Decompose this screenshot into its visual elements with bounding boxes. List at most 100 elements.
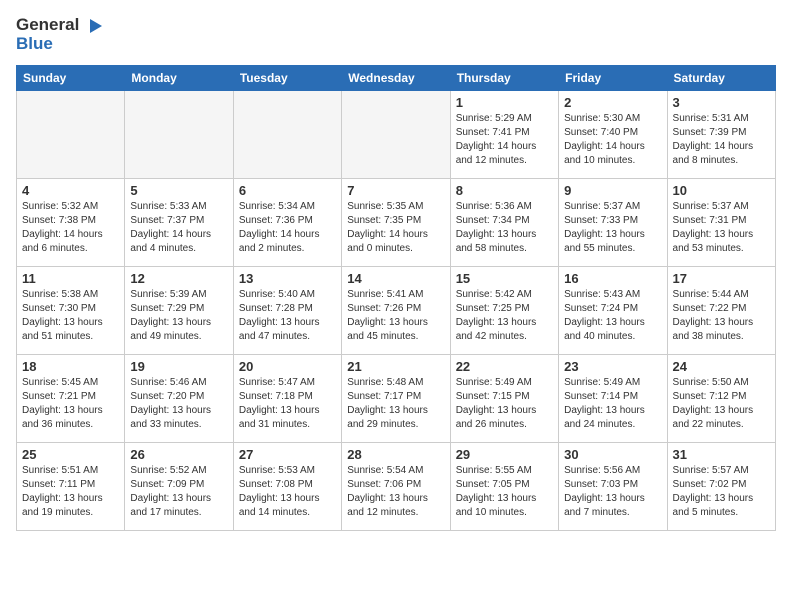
day-number: 17 xyxy=(673,271,770,286)
day-number: 31 xyxy=(673,447,770,462)
calendar-cell: 4Sunrise: 5:32 AMSunset: 7:38 PMDaylight… xyxy=(17,179,125,267)
day-info: Sunrise: 5:49 AMSunset: 7:15 PMDaylight:… xyxy=(456,376,553,432)
day-info: Sunrise: 5:39 AMSunset: 7:29 PMDaylight:… xyxy=(130,288,227,344)
day-info: Sunrise: 5:36 AMSunset: 7:34 PMDaylight:… xyxy=(456,200,553,256)
weekday-header-sunday: Sunday xyxy=(17,66,125,91)
day-number: 19 xyxy=(130,359,227,374)
logo-blue: Blue xyxy=(16,34,53,53)
calendar-cell: 3 Sunrise: 5:31 AMSunset: 7:39 PMDaylight… xyxy=(667,91,775,179)
calendar-cell: 31Sunrise: 5:57 AMSunset: 7:02 PMDayligh… xyxy=(667,443,775,531)
day-info: Sunrise: 5:49 AMSunset: 7:14 PMDaylight:… xyxy=(564,376,661,432)
calendar-cell: 1Sunrise: 5:29 AMSunset: 7:41 PMDaylight… xyxy=(450,91,558,179)
calendar-cell: 22Sunrise: 5:49 AMSunset: 7:15 PMDayligh… xyxy=(450,355,558,443)
day-number: 8 xyxy=(456,183,553,198)
day-number: 30 xyxy=(564,447,661,462)
day-info: Sunrise: 5:54 AMSunset: 7:06 PMDaylight:… xyxy=(347,464,444,520)
week-row-1: 1Sunrise: 5:29 AMSunset: 7:41 PMDaylight… xyxy=(17,91,776,179)
header: General Blue xyxy=(16,16,776,53)
day-info: Sunrise: 5:46 AMSunset: 7:20 PMDaylight:… xyxy=(130,376,227,432)
day-info: Sunrise: 5:45 AMSunset: 7:21 PMDaylight:… xyxy=(22,376,119,432)
weekday-header-thursday: Thursday xyxy=(450,66,558,91)
calendar-cell: 2Sunrise: 5:30 AMSunset: 7:40 PMDaylight… xyxy=(559,91,667,179)
calendar-cell: 25 Sunrise: 5:51 AMSunset: 7:11 PMDayligh… xyxy=(17,443,125,531)
calendar-cell: 5 Sunrise: 5:33 AMSunset: 7:37 PMDaylight… xyxy=(125,179,233,267)
day-info: Sunrise: 5:44 AMSunset: 7:22 PMDaylight:… xyxy=(673,288,770,344)
calendar-cell: 13 Sunrise: 5:40 AMSunset: 7:28 PMDayligh… xyxy=(233,267,341,355)
day-number: 7 xyxy=(347,183,444,198)
day-number: 27 xyxy=(239,447,336,462)
day-info: Sunrise: 5:38 AMSunset: 7:30 PMDaylight:… xyxy=(22,288,119,344)
day-number: 14 xyxy=(347,271,444,286)
logo: General Blue xyxy=(16,16,104,53)
day-number: 26 xyxy=(130,447,227,462)
day-info: Sunrise: 5:37 AMSunset: 7:31 PMDaylight:… xyxy=(673,200,770,256)
day-number: 10 xyxy=(673,183,770,198)
calendar-cell: 21 Sunrise: 5:48 AMSunset: 7:17 PMDayligh… xyxy=(342,355,450,443)
calendar-cell: 24 Sunrise: 5:50 AMSunset: 7:12 PMDayligh… xyxy=(667,355,775,443)
day-number: 24 xyxy=(673,359,770,374)
weekday-header-tuesday: Tuesday xyxy=(233,66,341,91)
day-number: 5 xyxy=(130,183,227,198)
day-number: 21 xyxy=(347,359,444,374)
day-info: Sunrise: 5:40 AMSunset: 7:28 PMDaylight:… xyxy=(239,288,336,344)
weekday-header-monday: Monday xyxy=(125,66,233,91)
weekday-header-friday: Friday xyxy=(559,66,667,91)
calendar-cell: 12 Sunrise: 5:39 AMSunset: 7:29 PMDayligh… xyxy=(125,267,233,355)
calendar-cell: 14 Sunrise: 5:41 AMSunset: 7:26 PMDayligh… xyxy=(342,267,450,355)
day-number: 18 xyxy=(22,359,119,374)
weekday-header-saturday: Saturday xyxy=(667,66,775,91)
day-info: Sunrise: 5:43 AMSunset: 7:24 PMDaylight:… xyxy=(564,288,661,344)
day-info: Sunrise: 5:29 AMSunset: 7:41 PMDaylight:… xyxy=(456,112,553,168)
day-info: Sunrise: 5:55 AMSunset: 7:05 PMDaylight:… xyxy=(456,464,553,520)
logo-arrow-icon xyxy=(86,17,104,35)
calendar-cell: 30 Sunrise: 5:56 AMSunset: 7:03 PMDayligh… xyxy=(559,443,667,531)
logo-text: General Blue xyxy=(16,16,104,53)
day-info: Sunrise: 5:51 AMSunset: 7:11 PMDaylight:… xyxy=(22,464,119,520)
calendar-cell xyxy=(17,91,125,179)
day-info: Sunrise: 5:56 AMSunset: 7:03 PMDaylight:… xyxy=(564,464,661,520)
day-info: Sunrise: 5:52 AMSunset: 7:09 PMDaylight:… xyxy=(130,464,227,520)
day-number: 9 xyxy=(564,183,661,198)
day-number: 28 xyxy=(347,447,444,462)
calendar-cell: 18 Sunrise: 5:45 AMSunset: 7:21 PMDayligh… xyxy=(17,355,125,443)
day-info: Sunrise: 5:34 AMSunset: 7:36 PMDaylight:… xyxy=(239,200,336,256)
day-info: Sunrise: 5:37 AMSunset: 7:33 PMDaylight:… xyxy=(564,200,661,256)
calendar-cell xyxy=(342,91,450,179)
day-info: Sunrise: 5:33 AMSunset: 7:37 PMDaylight:… xyxy=(130,200,227,256)
calendar-cell: 20 Sunrise: 5:47 AMSunset: 7:18 PMDayligh… xyxy=(233,355,341,443)
calendar-cell: 6 Sunrise: 5:34 AMSunset: 7:36 PMDaylight… xyxy=(233,179,341,267)
week-row-4: 18 Sunrise: 5:45 AMSunset: 7:21 PMDayligh… xyxy=(17,355,776,443)
day-info: Sunrise: 5:30 AMSunset: 7:40 PMDaylight:… xyxy=(564,112,661,168)
day-number: 13 xyxy=(239,271,336,286)
day-info: Sunrise: 5:41 AMSunset: 7:26 PMDaylight:… xyxy=(347,288,444,344)
week-row-2: 4Sunrise: 5:32 AMSunset: 7:38 PMDaylight… xyxy=(17,179,776,267)
week-row-5: 25 Sunrise: 5:51 AMSunset: 7:11 PMDayligh… xyxy=(17,443,776,531)
calendar-cell: 19 Sunrise: 5:46 AMSunset: 7:20 PMDayligh… xyxy=(125,355,233,443)
day-number: 20 xyxy=(239,359,336,374)
calendar-cell: 10 Sunrise: 5:37 AMSunset: 7:31 PMDayligh… xyxy=(667,179,775,267)
day-info: Sunrise: 5:48 AMSunset: 7:17 PMDaylight:… xyxy=(347,376,444,432)
calendar-cell: 23Sunrise: 5:49 AMSunset: 7:14 PMDayligh… xyxy=(559,355,667,443)
calendar-cell: 15Sunrise: 5:42 AMSunset: 7:25 PMDayligh… xyxy=(450,267,558,355)
day-info: Sunrise: 5:42 AMSunset: 7:25 PMDaylight:… xyxy=(456,288,553,344)
day-number: 16 xyxy=(564,271,661,286)
day-info: Sunrise: 5:50 AMSunset: 7:12 PMDaylight:… xyxy=(673,376,770,432)
calendar-cell: 9 Sunrise: 5:37 AMSunset: 7:33 PMDaylight… xyxy=(559,179,667,267)
calendar-cell: 7Sunrise: 5:35 AMSunset: 7:35 PMDaylight… xyxy=(342,179,450,267)
day-info: Sunrise: 5:31 AMSunset: 7:39 PMDaylight:… xyxy=(673,112,770,168)
day-number: 3 xyxy=(673,95,770,110)
day-number: 6 xyxy=(239,183,336,198)
calendar-cell xyxy=(233,91,341,179)
day-number: 25 xyxy=(22,447,119,462)
calendar-cell: 11 Sunrise: 5:38 AMSunset: 7:30 PMDayligh… xyxy=(17,267,125,355)
calendar-cell: 26 Sunrise: 5:52 AMSunset: 7:09 PMDayligh… xyxy=(125,443,233,531)
day-number: 29 xyxy=(456,447,553,462)
day-number: 4 xyxy=(22,183,119,198)
calendar-table: SundayMondayTuesdayWednesdayThursdayFrid… xyxy=(16,65,776,531)
calendar-cell: 27Sunrise: 5:53 AMSunset: 7:08 PMDayligh… xyxy=(233,443,341,531)
calendar-cell: 8 Sunrise: 5:36 AMSunset: 7:34 PMDaylight… xyxy=(450,179,558,267)
day-number: 11 xyxy=(22,271,119,286)
day-info: Sunrise: 5:47 AMSunset: 7:18 PMDaylight:… xyxy=(239,376,336,432)
calendar-cell: 16 Sunrise: 5:43 AMSunset: 7:24 PMDayligh… xyxy=(559,267,667,355)
day-number: 12 xyxy=(130,271,227,286)
